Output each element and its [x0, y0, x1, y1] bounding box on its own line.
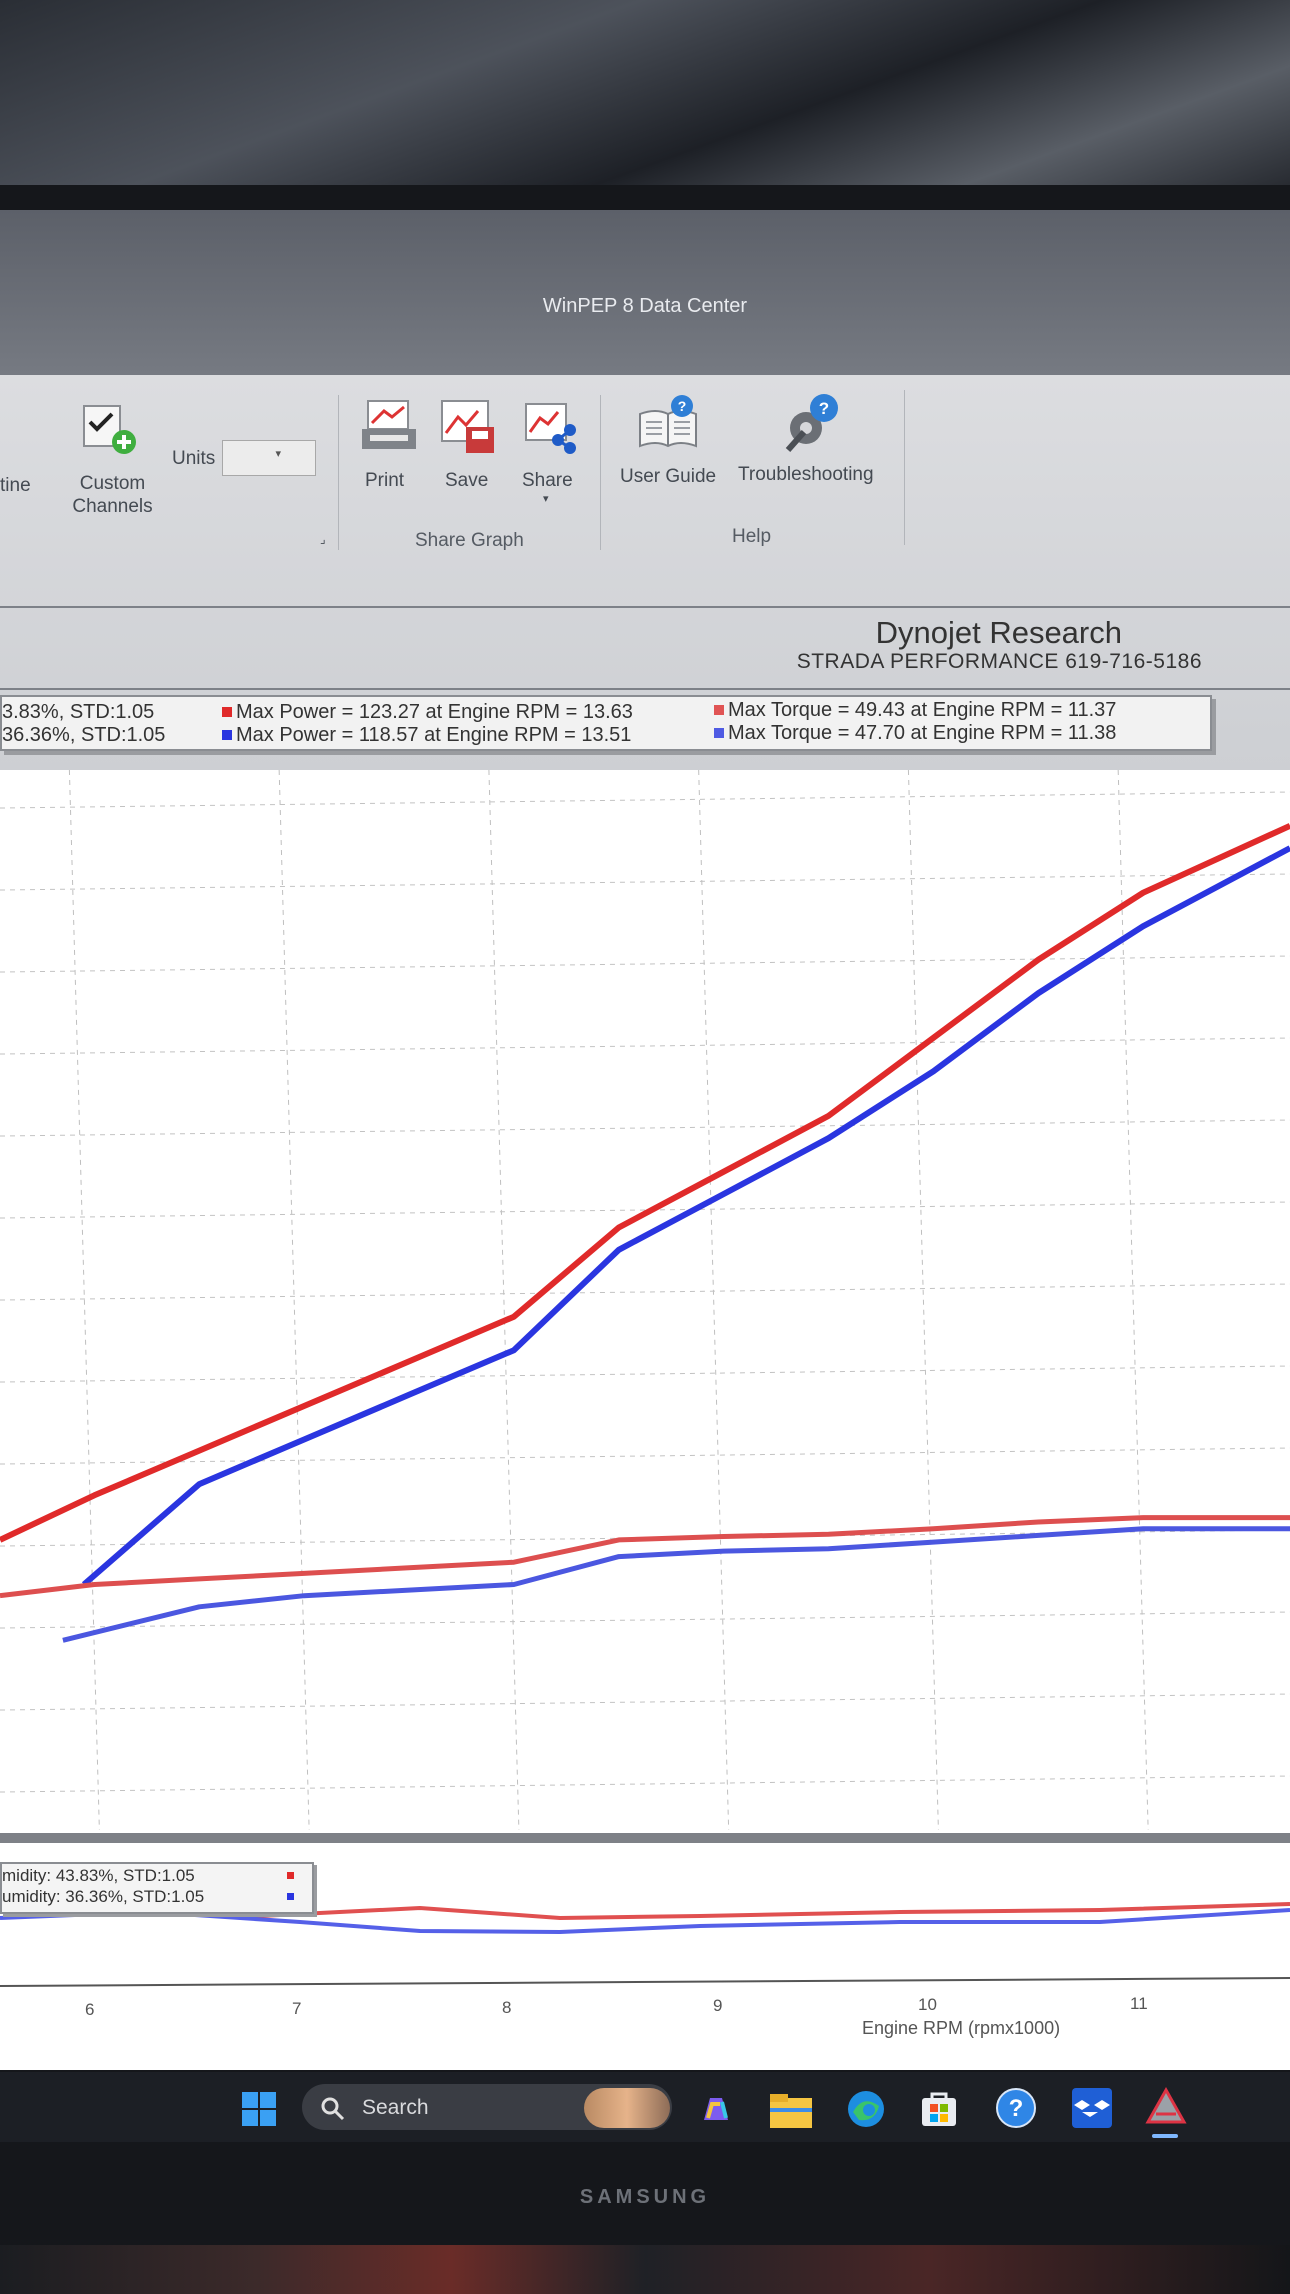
- dropbox-icon[interactable]: [1070, 2086, 1114, 2130]
- user-guide-icon[interactable]: ?: [636, 394, 700, 454]
- grid-hline: [0, 1365, 1290, 1383]
- ribbon-separator: [904, 390, 905, 545]
- panel-divider: [0, 1833, 1290, 1843]
- shop-contact-line: STRADA PERFORMANCE 619-716-5186: [796, 650, 1202, 673]
- user-guide-button[interactable]: User Guide: [620, 466, 716, 488]
- lower-run1-swatch: [287, 1872, 294, 1879]
- troubleshooting-button[interactable]: Troubleshooting: [738, 464, 874, 486]
- svg-text:?: ?: [678, 398, 687, 414]
- svg-text:?: ?: [819, 399, 829, 418]
- series-line-1: [0, 823, 1290, 1543]
- share-button[interactable]: Share: [522, 470, 573, 492]
- grid-hline: [0, 1119, 1290, 1137]
- x-tick-label: 9: [713, 1996, 723, 2016]
- report-mid-rule: [0, 688, 1290, 690]
- custom-channels-icon[interactable]: [80, 402, 144, 460]
- ribbon-partial-label[interactable]: tine: [0, 475, 31, 497]
- photo-background: [0, 0, 1290, 200]
- custom-channels-button[interactable]: Custom Channels: [60, 472, 165, 518]
- window-title: WinPEP 8 Data Center: [542, 295, 748, 317]
- run2-torque-entry: Max Torque = 47.70 at Engine RPM = 11.38: [714, 722, 1116, 745]
- run2-conditions: 36.36%, STD:1.05: [2, 724, 166, 746]
- series-line-4: [62, 1526, 1290, 1643]
- edge-browser-icon[interactable]: [845, 2088, 887, 2130]
- grid-hline: [0, 791, 1290, 809]
- lower-run1-text: midity: 43.83%, STD:1.05: [2, 1866, 195, 1885]
- grid-hline: [0, 873, 1290, 891]
- grid-vline: [68, 770, 100, 1830]
- share-icon[interactable]: [522, 400, 580, 456]
- grid-hline: [0, 1283, 1290, 1301]
- windows-start-icon[interactable]: [240, 2090, 278, 2128]
- run2-power-text: Max Power = 118.57 at Engine RPM = 13.51: [236, 724, 632, 746]
- grid-hline: [0, 1775, 1290, 1793]
- lower-legend: midity: 43.83%, STD:1.05 umidity: 36.36%…: [0, 1862, 314, 1914]
- run2-color-swatch: [222, 730, 232, 740]
- run2-torque-text: Max Torque = 47.70 at Engine RPM = 11.38: [728, 722, 1117, 744]
- grid-vline: [698, 770, 730, 1830]
- lower-run2-text: umidity: 36.36%, STD:1.05: [2, 1887, 205, 1906]
- run1-conditions: 3.83%, STD:1.05: [2, 701, 155, 723]
- x-tick-label: 10: [918, 1995, 937, 2015]
- get-help-icon[interactable]: ?: [994, 2086, 1038, 2130]
- run1-torque-entry: Max Torque = 49.43 at Engine RPM = 11.37: [714, 699, 1116, 722]
- run1-color-swatch: [222, 707, 232, 717]
- units-dropdown[interactable]: ▾: [222, 440, 316, 476]
- run1-torque-swatch: [714, 705, 724, 715]
- winpep-app-icon[interactable]: [1142, 2084, 1190, 2132]
- run1-torque-text: Max Torque = 49.43 at Engine RPM = 11.37: [728, 699, 1117, 721]
- samsung-logo: SAMSUNG: [579, 2186, 711, 2208]
- ribbon-separator: [600, 395, 601, 550]
- grid-hline: [0, 1693, 1290, 1711]
- run2-power-entry: Max Power = 118.57 at Engine RPM = 13.51: [222, 724, 631, 747]
- x-tick-label: 7: [292, 1998, 302, 2018]
- company-name: Dynojet Research: [875, 615, 1122, 650]
- microsoft-store-icon[interactable]: [918, 2088, 960, 2130]
- save-button[interactable]: Save: [445, 470, 488, 492]
- series-line-2: [81, 845, 1290, 1587]
- grid-hline: [0, 1037, 1290, 1055]
- troubleshooting-icon[interactable]: ?: [778, 390, 844, 454]
- grid-hline: [0, 1611, 1290, 1629]
- taskbar-search-label[interactable]: Search: [362, 2096, 429, 2120]
- window-titlebar: WinPEP 8 Data Center: [0, 210, 1290, 375]
- search-highlight-image[interactable]: [584, 2088, 670, 2128]
- search-icon: [321, 2097, 345, 2121]
- print-button[interactable]: Print: [365, 470, 404, 492]
- print-icon[interactable]: [360, 397, 418, 455]
- chevron-down-icon: ▾: [275, 448, 281, 460]
- grid-vline: [488, 770, 520, 1830]
- save-icon[interactable]: [438, 397, 498, 457]
- run2-torque-swatch: [714, 728, 724, 738]
- grid-vline: [278, 770, 310, 1830]
- photo-bottom-strip: [0, 2245, 1290, 2294]
- x-axis-label: Engine RPM (rpmx1000): [862, 2018, 1061, 2038]
- dialog-launcher-icon[interactable]: ⌟: [320, 532, 326, 546]
- report-top-rule: [0, 606, 1290, 608]
- dyno-chart: [0, 770, 1290, 1830]
- lower-run2-swatch: [287, 1893, 294, 1900]
- run-legend: 3.83%, STD:1.05 36.36%, STD:1.05 Max Pow…: [0, 695, 1212, 751]
- copilot-icon[interactable]: [696, 2090, 736, 2130]
- run1-power-text: Max Power = 123.27 at Engine RPM = 13.63: [236, 701, 633, 723]
- share-dropdown-icon[interactable]: ▾: [543, 492, 549, 505]
- x-tick-label: 8: [502, 1997, 512, 2017]
- active-app-indicator: [1152, 2134, 1178, 2138]
- run1-power-entry: Max Power = 123.27 at Engine RPM = 13.63: [222, 701, 633, 724]
- file-explorer-icon[interactable]: [768, 2090, 814, 2130]
- x-axis-line: [0, 1977, 1290, 1987]
- units-label: Units: [172, 448, 216, 469]
- ribbon-separator: [338, 395, 339, 550]
- x-tick-label: 11: [1130, 1994, 1148, 2013]
- share-graph-group-label: Share Graph: [415, 530, 524, 551]
- help-group-label: Help: [732, 526, 772, 547]
- grid-vline: [907, 770, 939, 1830]
- svg-text:?: ?: [1009, 2095, 1024, 2122]
- x-tick-label: 6: [85, 2000, 95, 2019]
